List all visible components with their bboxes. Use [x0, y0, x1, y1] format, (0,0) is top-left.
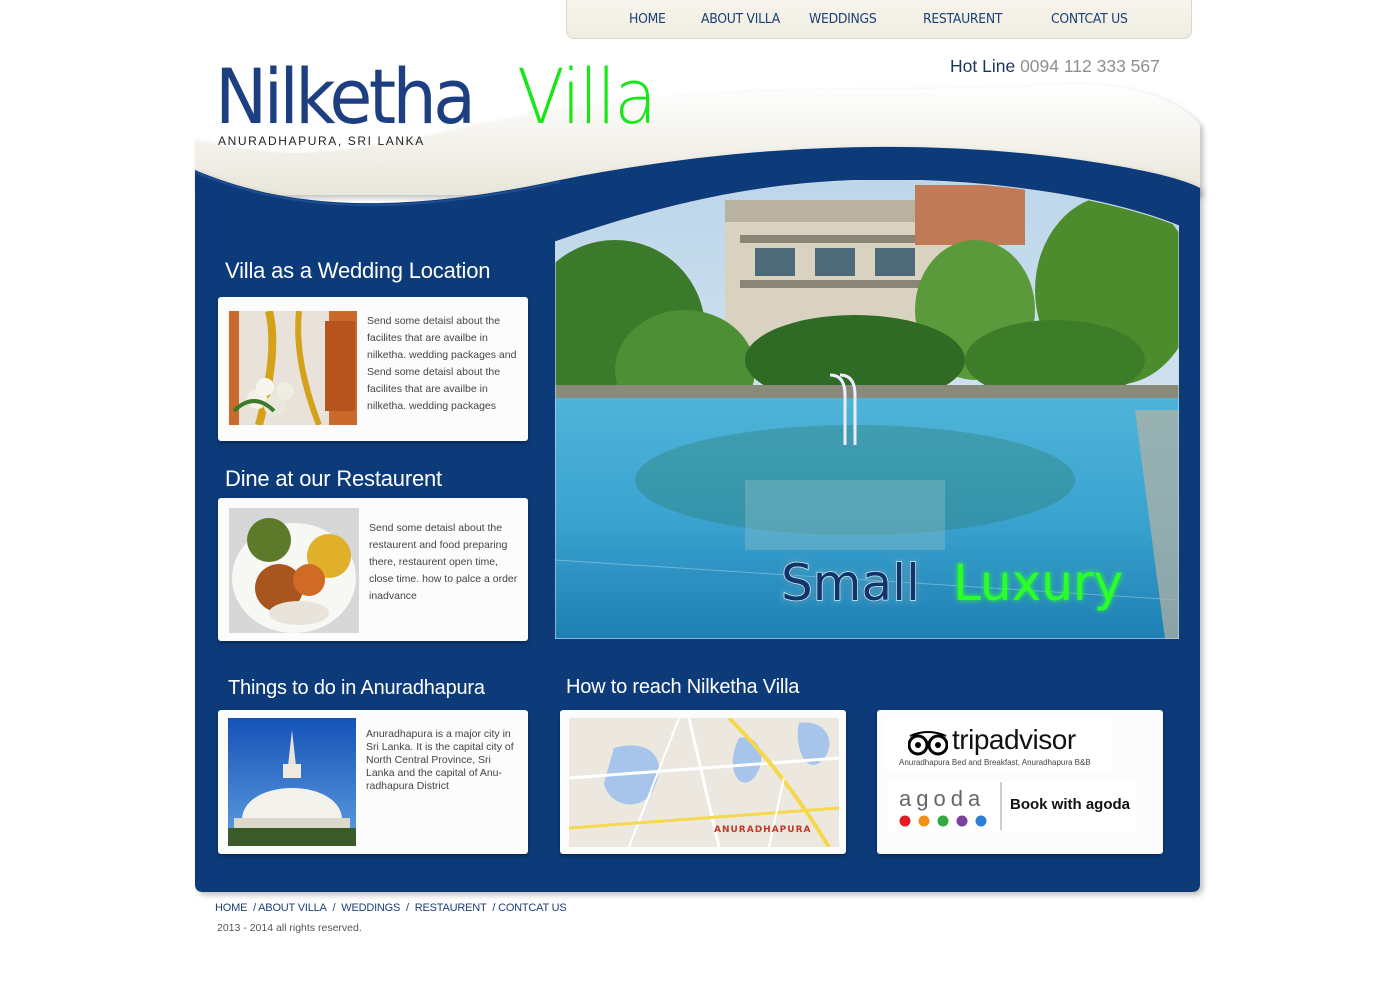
reach-card[interactable]: ANURADHAPURA	[560, 710, 846, 854]
nav-weddings[interactable]: WEDDINGS	[809, 11, 877, 27]
hero-pool-image: Small Luxury	[555, 180, 1179, 639]
logo-nilketha: Nilketha	[215, 52, 476, 141]
stupa-photo	[228, 718, 356, 846]
map-city-label: ANURADHAPURA	[714, 825, 811, 835]
tripadvisor-owl-icon	[908, 731, 948, 756]
agoda-book-button: Book with agoda	[1010, 796, 1130, 813]
things-card[interactable]: Anuradhapura is a major city in Sri Lank…	[218, 710, 528, 854]
reach-title: How to reach Nilketha Villa	[566, 676, 800, 698]
hero-tag-small: Small	[781, 554, 920, 612]
top-nav: HOME ABOUT VILLA WEDDINGS RESTAURENT CON…	[566, 0, 1192, 39]
agoda-wordmark: agoda	[899, 786, 986, 811]
footer-link-restaurent[interactable]: RESTAURENT	[415, 902, 487, 914]
footer-nav: HOME / ABOUT VILLA / WEDDINGS / RESTAURE…	[215, 902, 570, 914]
wedding-title: Villa as a Wedding Location	[225, 258, 491, 283]
restaurant-card[interactable]: Send some detaisl about the restaurent a…	[218, 498, 528, 641]
footer-link-about[interactable]: / ABOUT VILLA	[253, 902, 327, 914]
wedding-text: Send some detaisl about the facilites th…	[367, 315, 517, 412]
nav-contact-us[interactable]: CONTCAT US	[1051, 11, 1128, 27]
tripadvisor-wordmark: tripadvisor	[952, 724, 1076, 755]
nav-home[interactable]: HOME	[629, 11, 666, 27]
hotline-number[interactable]: 0094 112 333 567	[1020, 56, 1160, 76]
tripadvisor-badge[interactable]: tripadvisor Anuradhapura Bed and Breakfa…	[885, 718, 1113, 770]
restaurant-photo	[229, 508, 359, 633]
hero-tag-luxury: Luxury	[953, 554, 1123, 612]
footer-sep: /	[406, 902, 409, 914]
things-text: Anuradhapura is a major city in Sri Lank…	[366, 728, 514, 792]
restaurant-text: Send some detaisl about the restaurent a…	[369, 522, 518, 602]
tripadvisor-subtitle: Anuradhapura Bed and Breakfast, Anuradha…	[899, 758, 1091, 767]
nav-restaurent[interactable]: RESTAURENT	[923, 11, 1002, 27]
logo-subtitle: ANURADHAPURA, SRI LANKA	[218, 134, 425, 148]
agoda-badge[interactable]: agoda Book with agoda	[887, 782, 1137, 832]
copyright: 2013 - 2014 all rights reserved.	[217, 922, 362, 934]
footer-link-home[interactable]: HOME	[215, 902, 247, 914]
wedding-photo	[229, 311, 357, 425]
logo-villa: Villa	[517, 52, 657, 141]
hotline-label: Hot Line	[950, 56, 1016, 76]
footer-link-contact[interactable]: / CONTCAT US	[492, 902, 566, 914]
agoda-dots-icon	[899, 815, 987, 827]
partners-card: tripadvisor Anuradhapura Bed and Breakfa…	[877, 710, 1163, 854]
things-title: Things to do in Anuradhapura	[228, 677, 485, 699]
hotline: Hot Line 0094 112 333 567	[950, 56, 1160, 77]
nav-about-villa[interactable]: ABOUT VILLA	[701, 11, 780, 27]
wedding-card[interactable]: Send some detaisl about the facilites th…	[218, 297, 528, 441]
agoda-divider	[1000, 782, 1002, 830]
location-map[interactable]: ANURADHAPURA	[569, 718, 839, 847]
footer-sep: /	[332, 902, 336, 914]
footer-link-weddings[interactable]: WEDDINGS	[341, 902, 400, 914]
restaurant-title: Dine at our Restaurent	[225, 466, 442, 491]
